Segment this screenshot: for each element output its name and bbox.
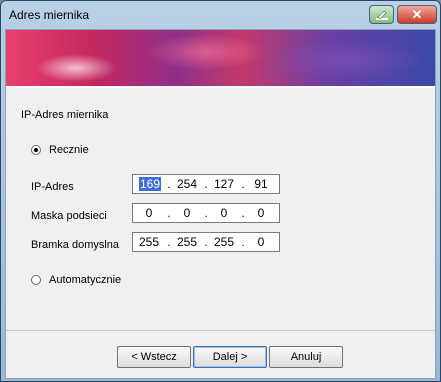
ip-octet-3[interactable]: 127 — [210, 177, 238, 191]
cancel-button[interactable]: Anuluj — [269, 346, 343, 368]
ip-dot: . — [167, 177, 171, 191]
subnet-mask-label: Maska podsieci — [31, 210, 107, 222]
mask-dot: . — [167, 206, 171, 220]
gateway-dot: . — [204, 235, 208, 249]
mask-octet-1[interactable]: 0 — [135, 206, 163, 220]
help-button[interactable] — [369, 5, 394, 24]
ip-octet-2[interactable]: 254 — [173, 177, 201, 191]
gateway-dot: . — [241, 235, 245, 249]
manual-radio-label: Recznie — [49, 144, 89, 156]
ip-address-input[interactable]: 169 . 254 . 127 . 91 — [132, 174, 280, 194]
window-title: Adres miernika — [9, 8, 90, 22]
gateway-octet-2[interactable]: 255 — [173, 235, 201, 249]
auto-radio-label: Automatycznie — [49, 274, 122, 286]
ip-octet-1[interactable]: 169 — [139, 177, 161, 191]
dialog-client-area: IP-Adres miernika Recznie IP-Adres 169 .… — [5, 29, 436, 379]
button-area-separator — [6, 330, 435, 331]
gateway-label: Bramka domyslna — [31, 239, 120, 251]
ip-address-label: IP-Adres — [31, 181, 74, 193]
ip-octet-4[interactable]: 91 — [247, 177, 275, 191]
close-button[interactable]: ✕ — [397, 5, 437, 24]
section-title: IP-Adres miernika — [21, 109, 109, 121]
mask-dot: . — [241, 206, 245, 220]
mask-octet-3[interactable]: 0 — [210, 206, 238, 220]
close-icon: ✕ — [411, 6, 423, 22]
subnet-mask-input[interactable]: 0 . 0 . 0 . 0 — [132, 203, 280, 223]
mask-octet-2[interactable]: 0 — [173, 206, 201, 220]
title-bar[interactable]: Adres miernika ✕ — [1, 1, 440, 29]
gateway-dot: . — [167, 235, 171, 249]
ip-dot: . — [204, 177, 208, 191]
manual-radio-option[interactable]: Recznie — [31, 144, 89, 156]
help-icon — [375, 10, 388, 20]
auto-radio-button[interactable] — [31, 275, 41, 285]
mask-dot: . — [204, 206, 208, 220]
banner-separator — [6, 86, 435, 88]
mask-octet-4[interactable]: 0 — [247, 206, 275, 220]
gateway-octet-3[interactable]: 255 — [210, 235, 238, 249]
gateway-octet-1[interactable]: 255 — [135, 235, 163, 249]
manual-radio-button[interactable] — [31, 145, 41, 155]
ip-dot: . — [241, 177, 245, 191]
back-button[interactable]: < Wstecz — [117, 346, 191, 368]
dialog-window: Adres miernika ✕ IP-Adres miernika Reczn… — [0, 0, 441, 382]
gateway-octet-4[interactable]: 0 — [247, 235, 275, 249]
header-banner-image — [6, 30, 435, 86]
auto-radio-option[interactable]: Automatycznie — [31, 274, 121, 286]
next-button[interactable]: Dalej > — [193, 346, 267, 368]
gateway-input[interactable]: 255 . 255 . 255 . 0 — [132, 232, 280, 252]
